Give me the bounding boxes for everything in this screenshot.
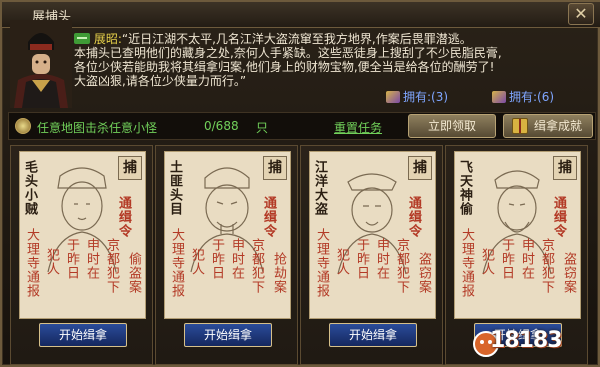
dialogue-line: 各位少侠若能助我将其缉拿归案,他们身上的财物宝物,便全当是给各位的酬劳了! [74,60,495,74]
wanted-order: 通缉令 [406,196,421,238]
notice-text: 京都犯下 [539,238,554,294]
wanted-card: 江洋大盗 捕 通缉令 盗窃案 京都犯下 申时在 于昨日 犯人 大理寺通报 开始缉… [300,145,443,365]
notice-text: 于昨日 [499,238,514,280]
notice-text: 于昨日 [209,238,224,280]
close-button[interactable]: ✕ [568,3,594,25]
watermark-logo: 18183 [472,320,596,365]
target-name: 飞天神偷 [457,160,472,216]
notice-text: 申时在 [84,238,99,280]
wanted-poster: 江洋大盗 捕 通缉令 盗窃案 京都犯下 申时在 于昨日 犯人 大理寺通报 [309,151,436,319]
claim-now-button[interactable]: 立即领取 [408,114,496,138]
task-bar: 任意地图击杀任意小怪 0/688 只 重置任务 立即领取 缉拿成就 [8,112,596,140]
notice-text: 京都犯下 [394,238,409,294]
wanted-card: 土匪头目 捕 通缉令 抢劫案 京都犯下 申时在 于昨日 犯人 大理寺通报 开始缉… [155,145,298,365]
notice-text: 于昨日 [354,238,369,280]
notice-text: 大理寺通报 [24,228,39,298]
close-icon: ✕ [574,4,588,23]
task-progress: 0/688 [204,119,239,133]
start-capture-button[interactable]: 开始缉拿 [39,323,127,347]
watermark-text: 18183 [490,328,563,353]
wanted-poster: 毛头小贼 捕 通缉令 偷盗案 京都犯下 申时在 于昨日 犯人 大理寺通报 [19,151,146,319]
target-name: 毛头小贼 [22,160,37,216]
dialogue-line: 大盗凶狠,请各位少侠量力而行。” [74,74,247,88]
wanted-order: 通缉令 [551,196,566,238]
notice-text: 大理寺通报 [169,228,184,298]
token-icon [386,91,400,103]
owned-count-2: 拥有:(6) [492,88,554,104]
crime-type: 偷盗案 [126,252,141,294]
speaker-name: 展昭: [93,32,122,46]
notice-text: 申时在 [374,238,389,280]
wanted-order: 通缉令 [116,196,131,238]
wanted-poster: 飞天神偷 捕 通缉令 盗窃案 京都犯下 申时在 于昨日 犯人 大理寺通报 [454,151,581,319]
crime-type: 盗窃案 [561,252,576,294]
catch-stamp: 捕 [408,156,432,180]
gift-icon [512,118,528,134]
npc-portrait [10,20,72,108]
capture-achievement-label: 缉拿成就 [534,119,583,133]
start-capture-button[interactable]: 开始缉拿 [184,323,272,347]
catch-stamp: 捕 [118,156,142,180]
dialogue-line: 本捕头已查明他们的藏身之处,奈何人手紧缺。这些恶徒身上搜刮了不少民脂民膏, [74,46,502,60]
crime-type: 盗窃案 [416,252,431,294]
task-description: 任意地图击杀任意小怪 [37,121,158,135]
dialogue-line-1: 展昭:“近日江湖不太平,几名江洋大盗流窜至我方地界,作案后畏罪潜逃。 [74,32,594,46]
reset-task-link[interactable]: 重置任务 [334,119,382,136]
notice-text: 犯人 [479,248,494,276]
task-unit: 只 [256,121,269,135]
crime-type: 抢劫案 [271,252,286,294]
notice-text: 申时在 [229,238,244,280]
token-icon [492,91,506,103]
notice-text: 京都犯下 [104,238,119,294]
wanted-order: 通缉令 [261,196,276,238]
target-name: 江洋大盗 [312,160,327,216]
notice-text: 犯人 [189,248,204,276]
wanted-poster: 土匪头目 捕 通缉令 抢劫案 京都犯下 申时在 于昨日 犯人 大理寺通报 [164,151,291,319]
chat-icon [74,33,90,44]
notice-text: 大理寺通报 [459,228,474,298]
notice-text: 申时在 [519,238,534,280]
target-name: 土匪头目 [167,160,182,216]
owned-count-1: 拥有:(3) [386,88,448,104]
start-capture-button[interactable]: 开始缉拿 [329,323,417,347]
capture-achievement-button[interactable]: 缉拿成就 [503,114,593,138]
notice-text: 犯人 [334,248,349,276]
task-window: 展捕头 ✕ 展昭:“近日江湖不太平,几名江洋大盗流窜至我方地界,作案后畏罪潜逃。… [0,0,600,367]
notice-text: 于昨日 [64,238,79,280]
catch-stamp: 捕 [553,156,577,180]
quest-icon [15,118,31,134]
notice-text: 大理寺通报 [314,228,329,298]
notice-text: 犯人 [44,248,59,276]
wanted-card: 毛头小贼 捕 通缉令 偷盗案 京都犯下 申时在 于昨日 犯人 大理寺通报 开始缉… [10,145,153,365]
dialogue-line: “近日江湖不太平,几名江洋大盗流窜至我方地界,作案后畏罪潜逃。 [121,32,472,46]
notice-text: 京都犯下 [249,238,264,294]
catch-stamp: 捕 [263,156,287,180]
title-bar: 展捕头 ✕ [2,2,600,28]
